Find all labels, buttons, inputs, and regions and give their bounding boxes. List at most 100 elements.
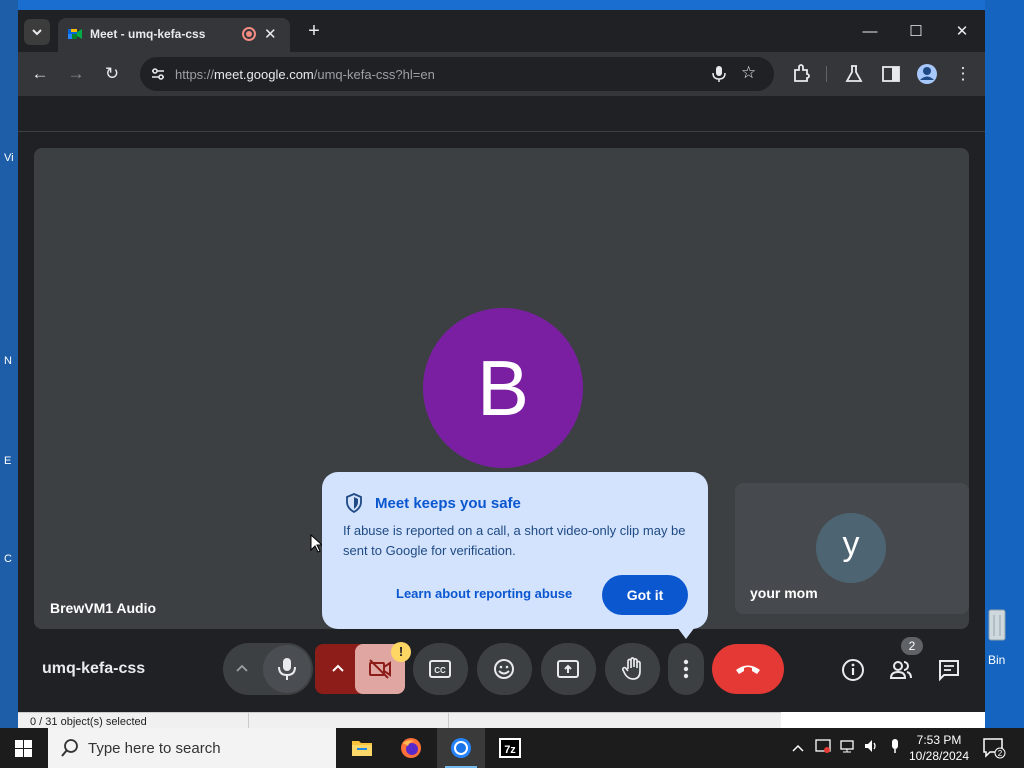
clock-date: 10/28/2024: [908, 749, 970, 763]
divider: [448, 713, 449, 729]
microphone-tray-icon[interactable]: [886, 738, 904, 758]
camera-warning-badge: !: [391, 642, 411, 662]
present-icon: [557, 660, 579, 678]
firefox-taskbar-button[interactable]: [387, 728, 435, 768]
side-panel-icon[interactable]: [879, 62, 903, 86]
desktop-right-edge: Bin: [985, 0, 1024, 728]
people-icon[interactable]: [889, 658, 913, 682]
labs-flask-icon[interactable]: [842, 62, 866, 86]
leave-call-button[interactable]: [712, 644, 784, 694]
search-placeholder: Type here to search: [88, 740, 221, 757]
desktop-icon-label[interactable]: E: [4, 455, 11, 467]
security-icon: [815, 739, 831, 753]
folder-icon: [352, 741, 372, 756]
participant-avatar: B: [423, 308, 583, 468]
more-vert-icon: [683, 659, 689, 679]
reload-button[interactable]: ↻: [100, 62, 124, 86]
start-button[interactable]: [0, 728, 48, 768]
system-clock[interactable]: 7:53 PM 10/28/2024: [906, 732, 972, 764]
new-tab-button[interactable]: +: [302, 19, 326, 43]
hang-up-icon: [736, 665, 760, 674]
network-icon: [840, 740, 854, 753]
7zip-icon: 7z: [499, 738, 521, 758]
emoji-icon: [494, 659, 514, 679]
desktop-left-edge: Vi N E C: [0, 0, 18, 728]
captions-button[interactable]: CC: [413, 643, 468, 695]
meeting-info-icon[interactable]: [841, 658, 865, 682]
reactions-button[interactable]: [477, 643, 532, 695]
mouse-cursor-icon: [310, 534, 322, 553]
popup-body: If abuse is reported on a call, a short …: [343, 523, 686, 558]
volume-icon: [865, 740, 876, 752]
microphone-icon: [892, 739, 898, 753]
notification-icon: 2: [983, 738, 1006, 759]
recycle-bin-label[interactable]: Bin: [988, 653, 1005, 667]
bookmark-star-icon[interactable]: ☆: [741, 63, 756, 83]
chrome-taskbar-button[interactable]: [437, 728, 485, 768]
more-options-button[interactable]: [668, 643, 704, 695]
meet-safety-popup: Meet keeps you safe If abuse is reported…: [322, 472, 708, 639]
profile-avatar-icon[interactable]: [915, 62, 939, 86]
google-meet-icon: [68, 29, 82, 39]
forward-button[interactable]: →: [64, 62, 88, 86]
firefox-icon: [401, 738, 421, 758]
tab-meet[interactable]: Meet - umq-kefa-css ✕: [58, 18, 290, 52]
maximize-button[interactable]: ☐: [896, 18, 936, 46]
hand-icon: [622, 657, 641, 680]
chevron-up-icon[interactable]: [235, 662, 249, 676]
close-window-button[interactable]: ✕: [942, 18, 982, 46]
learn-about-reporting-link[interactable]: Learn about reporting abuse: [396, 586, 572, 601]
chat-icon[interactable]: [937, 658, 961, 682]
search-icon: [61, 739, 78, 757]
desktop-icon-label[interactable]: C: [4, 553, 12, 565]
tab-strip: Meet - umq-kefa-css ✕ + — ☐ ✕: [18, 10, 985, 52]
show-hidden-icons-button[interactable]: [789, 738, 807, 758]
desktop-icon-label[interactable]: N: [4, 355, 12, 367]
chrome-icon: [451, 738, 471, 758]
tab-search-button[interactable]: [24, 19, 50, 45]
close-tab-icon[interactable]: ✕: [264, 25, 277, 43]
recording-indicator-icon: [242, 27, 256, 41]
popup-title: Meet keeps you safe: [375, 495, 521, 512]
site-info-icon[interactable]: [150, 66, 166, 82]
participant-name: BrewVM1 Audio: [50, 600, 157, 616]
meeting-code: umq-kefa-css: [42, 660, 146, 677]
voice-search-icon[interactable]: [710, 65, 728, 83]
closed-captions-icon: CC: [429, 660, 451, 678]
shield-icon: [346, 493, 362, 513]
notification-count: 2: [998, 749, 1003, 758]
chevron-up-icon: [792, 744, 804, 752]
microphone-icon: [278, 658, 296, 680]
svg-text:7z: 7z: [504, 744, 516, 756]
got-it-button[interactable]: Got it: [602, 575, 688, 615]
extensions-icon[interactable]: [790, 62, 814, 86]
browser-menu-icon[interactable]: ⋮: [951, 62, 975, 86]
minimize-button[interactable]: —: [850, 18, 890, 46]
microphone-button[interactable]: [263, 645, 311, 693]
divider: [248, 713, 249, 729]
raise-hand-button[interactable]: [605, 643, 660, 695]
clock-time: 7:53 PM: [916, 733, 962, 747]
notification-center-button[interactable]: 2: [982, 737, 1006, 759]
self-view-tile[interactable]: y your mom: [735, 483, 969, 614]
browser-window: Meet - umq-kefa-css ✕ + — ☐ ✕ ← → ↻ http…: [18, 10, 985, 712]
volume-tray-icon[interactable]: [862, 738, 880, 758]
7zip-taskbar-button[interactable]: 7z: [486, 728, 534, 768]
windows-taskbar: Type here to search 7z 7:53 PM 10/28/202…: [0, 728, 1024, 768]
explorer-status-bar: 0 / 31 object(s) selected: [18, 712, 781, 729]
self-avatar: y: [816, 513, 886, 583]
back-button[interactable]: ←: [28, 62, 52, 86]
address-bar[interactable]: https://meet.google.com/umq-kefa-css?hl=…: [140, 57, 774, 91]
tab-title: Meet - umq-kefa-css: [90, 27, 206, 41]
file-explorer-taskbar-button[interactable]: [338, 728, 386, 768]
present-screen-button[interactable]: [541, 643, 596, 695]
recycle-bin-icon[interactable]: [987, 606, 1007, 642]
network-tray-icon[interactable]: [838, 738, 856, 758]
desktop-icon-label[interactable]: Vi: [4, 152, 14, 164]
chevron-up-icon: [332, 664, 344, 672]
participants-count-badge: 2: [901, 637, 923, 655]
security-tray-icon[interactable]: [814, 738, 832, 758]
camera-off-icon: [369, 659, 391, 679]
browser-toolbar: ← → ↻ https://meet.google.com/umq-kefa-c…: [18, 52, 985, 96]
taskbar-search-box[interactable]: Type here to search: [48, 728, 336, 768]
